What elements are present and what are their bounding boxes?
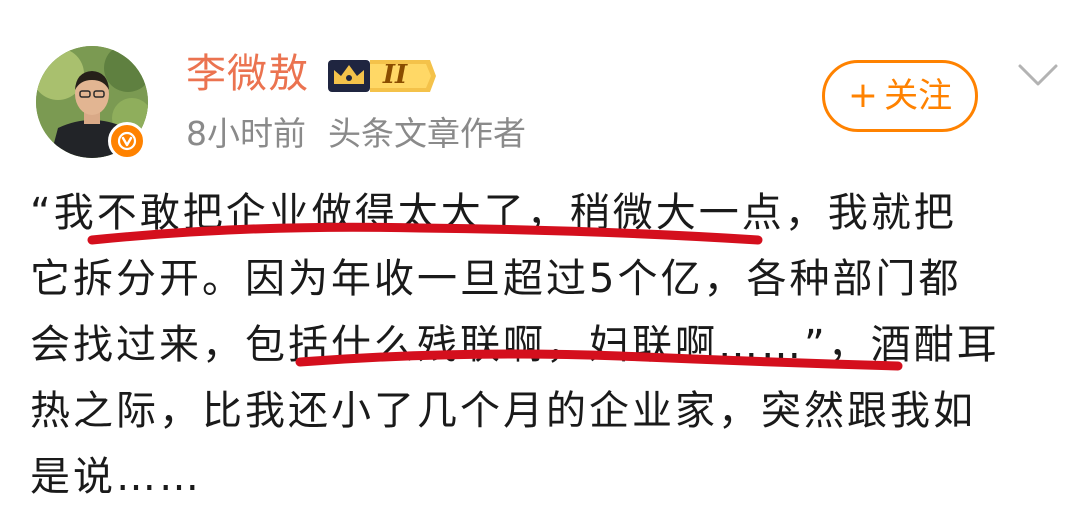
chevron-down-icon <box>1018 64 1058 86</box>
verified-badge <box>108 122 146 160</box>
follow-button[interactable]: + 关注 <box>822 60 978 132</box>
post-body: “我不敢把企业做得太大了，稍微大一点，我就把 它拆分开。因为年收一旦超过5个亿，… <box>30 180 1070 510</box>
follow-plus: + <box>847 75 879 116</box>
post-text-line: 会找过来，包括什么残联啊，妇联啊……”，酒酣耳 <box>30 322 1000 368</box>
post-text-line: “我不敢把企业做得太大了，稍微大一点，我就把 <box>30 190 957 236</box>
post-text-line: 是说…… <box>30 454 202 500</box>
post-meta: 8小时前 头条文章作者 <box>186 112 526 156</box>
post-text-line: 热之际，比我还小了几个月的企业家，突然跟我如 <box>30 388 976 434</box>
verified-v-icon <box>117 131 137 151</box>
post-card: 李微敖 II 8小时前 头条文章作者 + 关注 “我不敢把企业做得太大了，稍微大一… <box>0 0 1086 516</box>
author-name[interactable]: 李微敖 <box>186 48 309 100</box>
post-time: 8小时前 <box>186 114 306 153</box>
more-options-button[interactable] <box>1016 60 1060 90</box>
post-source: 头条文章作者 <box>328 114 526 153</box>
follow-label: 关注 <box>884 76 953 116</box>
level-label: II <box>382 60 408 90</box>
post-text-line: 它拆分开。因为年收一旦超过5个亿，各种部门都 <box>30 256 962 302</box>
